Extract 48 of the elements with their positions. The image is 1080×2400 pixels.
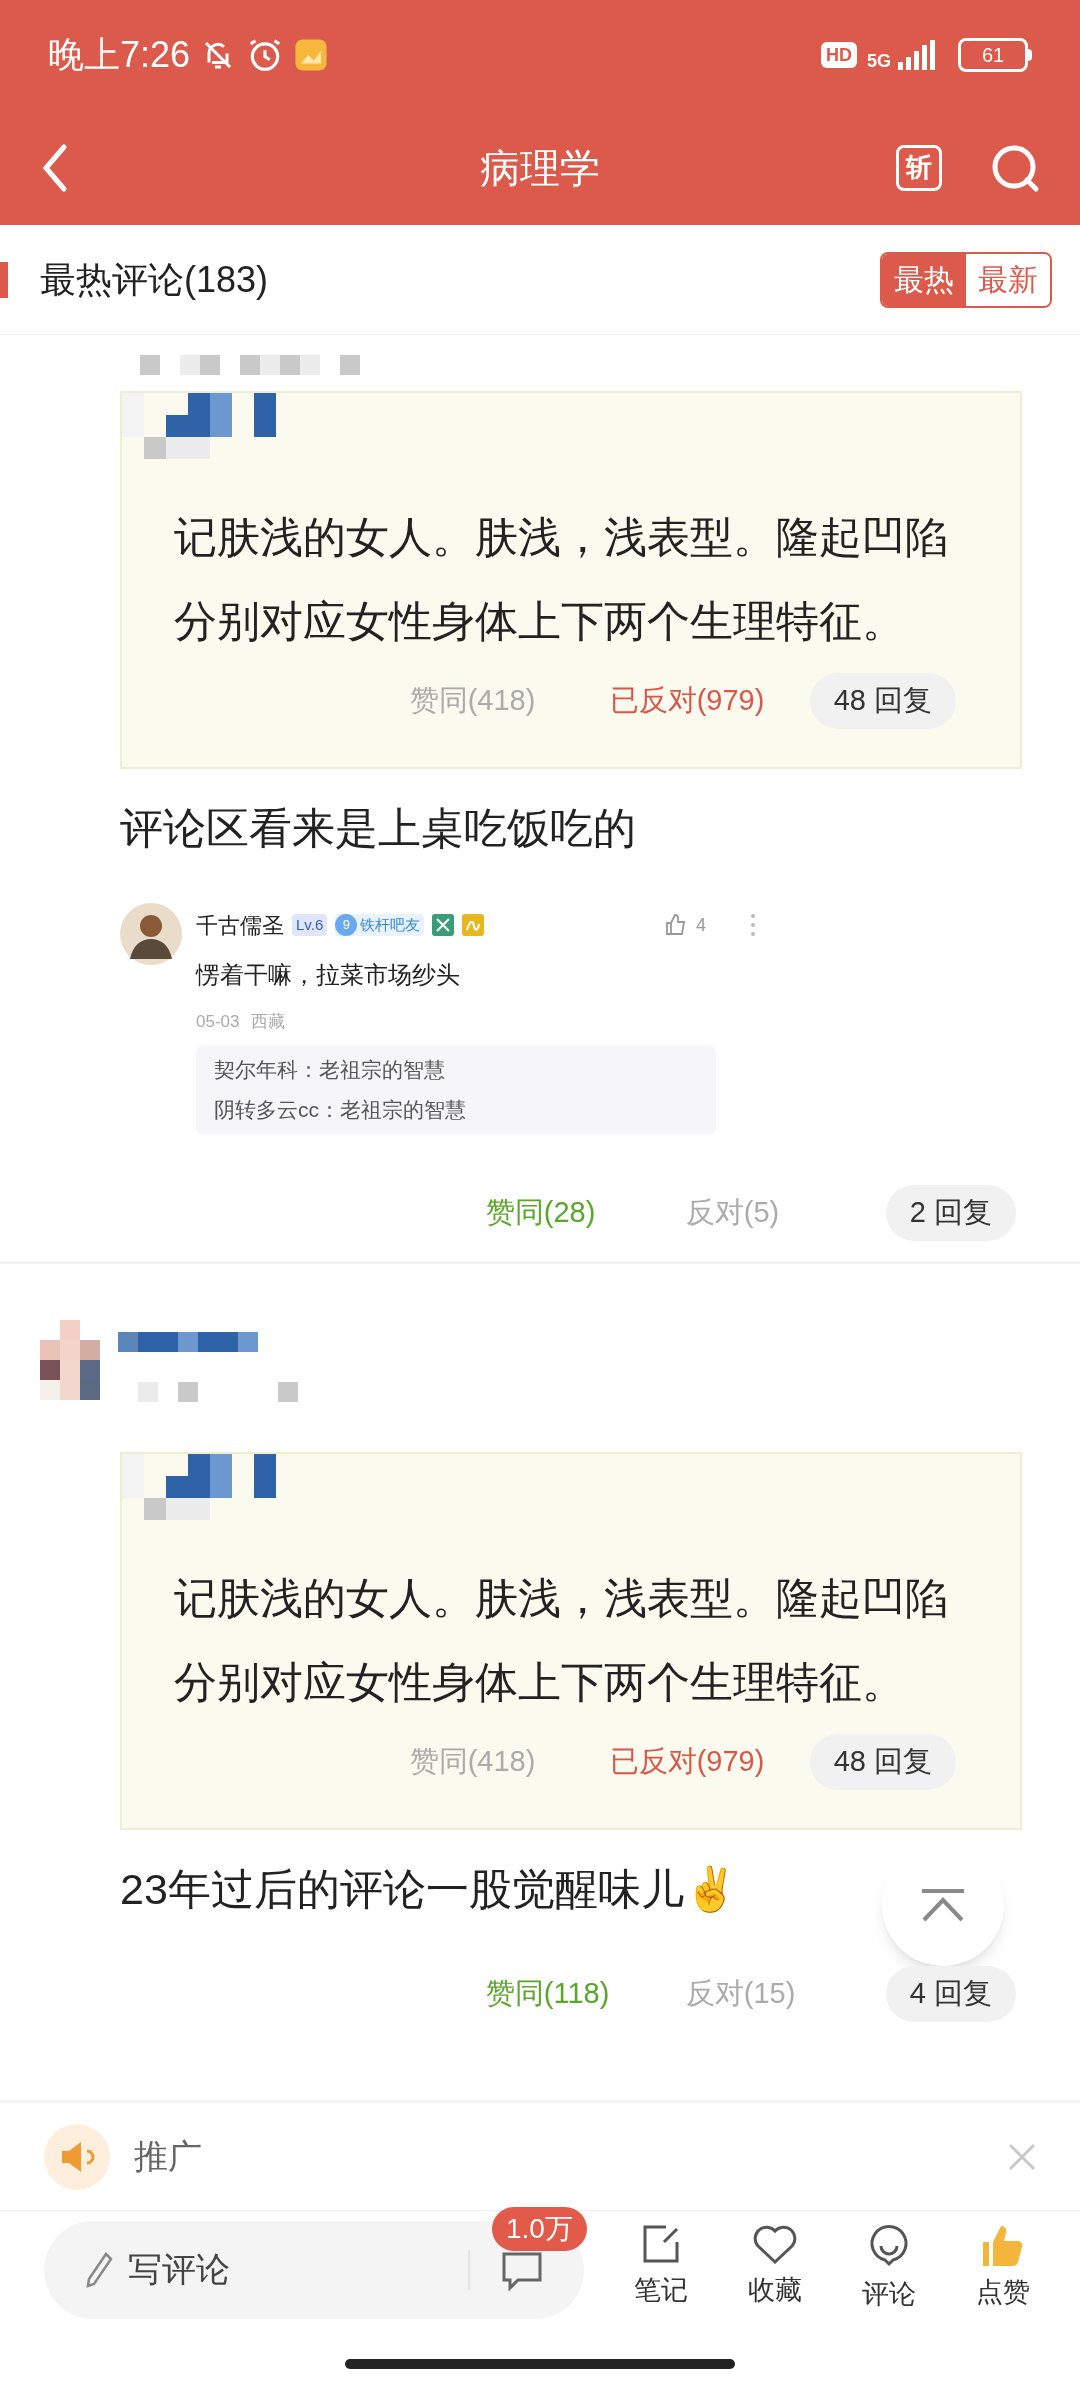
level-badge: Lv.6 (292, 914, 328, 936)
fan-badge: 9 铁杆吧友 (335, 913, 425, 937)
badge-icon (432, 914, 455, 936)
sub-reply-text: 契尔年科：老祖宗的智慧 (214, 1056, 446, 1083)
more-icon[interactable] (750, 913, 756, 937)
quoted-comment-text: 记肤浅的女人。肤浅，浅表型。隆起凹陷分别对应女性身体上下两个生理特征。 (173, 1572, 949, 1708)
reply-date: 05-03 (196, 1011, 240, 1033)
oppose-button[interactable]: 反对(5) (685, 1190, 886, 1235)
page-title: 病理学 (479, 144, 601, 192)
thumbs-up-icon[interactable] (664, 913, 688, 937)
speaker-icon (44, 2123, 110, 2190)
promo-label: 推广 (134, 2136, 203, 2177)
oppose-button[interactable]: 已反对(979) (609, 1739, 810, 1784)
status-time: 晚上7:26 (48, 33, 191, 77)
toolbar-button[interactable]: 评论 (834, 2224, 944, 2315)
replies-button[interactable]: 48 回复 (809, 673, 956, 729)
username[interactable]: 千古儒圣 (196, 908, 284, 942)
toolbar-button[interactable]: 笔记 (606, 2224, 716, 2315)
agree-button[interactable]: 赞同(418) (409, 679, 610, 723)
avatar-figure-icon[interactable] (120, 903, 182, 965)
like-count: 4 (696, 913, 706, 937)
network-label: 5G (867, 52, 891, 70)
oppose-button[interactable]: 已反对(979) (609, 679, 810, 723)
comment-text: 23年过后的评论一股觉醒味儿✌ (120, 1863, 738, 1915)
battery-indicator: 61 (958, 38, 1028, 72)
agree-button[interactable]: 赞同(418) (409, 1739, 610, 1784)
section-title: 最热评论(183) (40, 257, 270, 302)
replies-button[interactable]: 2 回复 (885, 1184, 1016, 1241)
toolbar-button[interactable]: 收藏 (720, 2224, 830, 2315)
sort-tab[interactable]: 最热 (882, 253, 966, 306)
replies-button[interactable]: 4 回复 (885, 1965, 1016, 2022)
comment-count-badge: 1.0万 (492, 2206, 587, 2251)
reply-location: 西藏 (251, 1011, 286, 1033)
quoted-comment-text: 记肤浅的女人。肤浅，浅表型。隆起凹陷分别对应女性身体上下两个生理特征。 (173, 512, 949, 647)
toolbar-button[interactable]: 点赞 (948, 2224, 1058, 2315)
new-badge-button[interactable]: 斩 (896, 144, 942, 191)
reply-text: 愣着干嘛，拉菜市场纱头 (196, 960, 461, 990)
oppose-button[interactable]: 反对(15) (685, 1971, 886, 2016)
comment-text: 评论区看来是上桌吃饭吃的 (120, 803, 636, 854)
badge-icon (462, 914, 485, 936)
hd-badge: HD (821, 42, 857, 68)
sub-reply-text: 阴转多云cc：老祖宗的智慧 (214, 1096, 467, 1123)
gallery-app-icon (294, 38, 329, 72)
comment-input-field[interactable]: 写评论 (128, 2244, 368, 2295)
section-marker (0, 261, 8, 298)
agree-button[interactable]: 赞同(28) (485, 1190, 686, 1235)
agree-button[interactable]: 赞同(118) (485, 1971, 686, 2016)
replies-button[interactable]: 48 回复 (809, 1733, 956, 1790)
